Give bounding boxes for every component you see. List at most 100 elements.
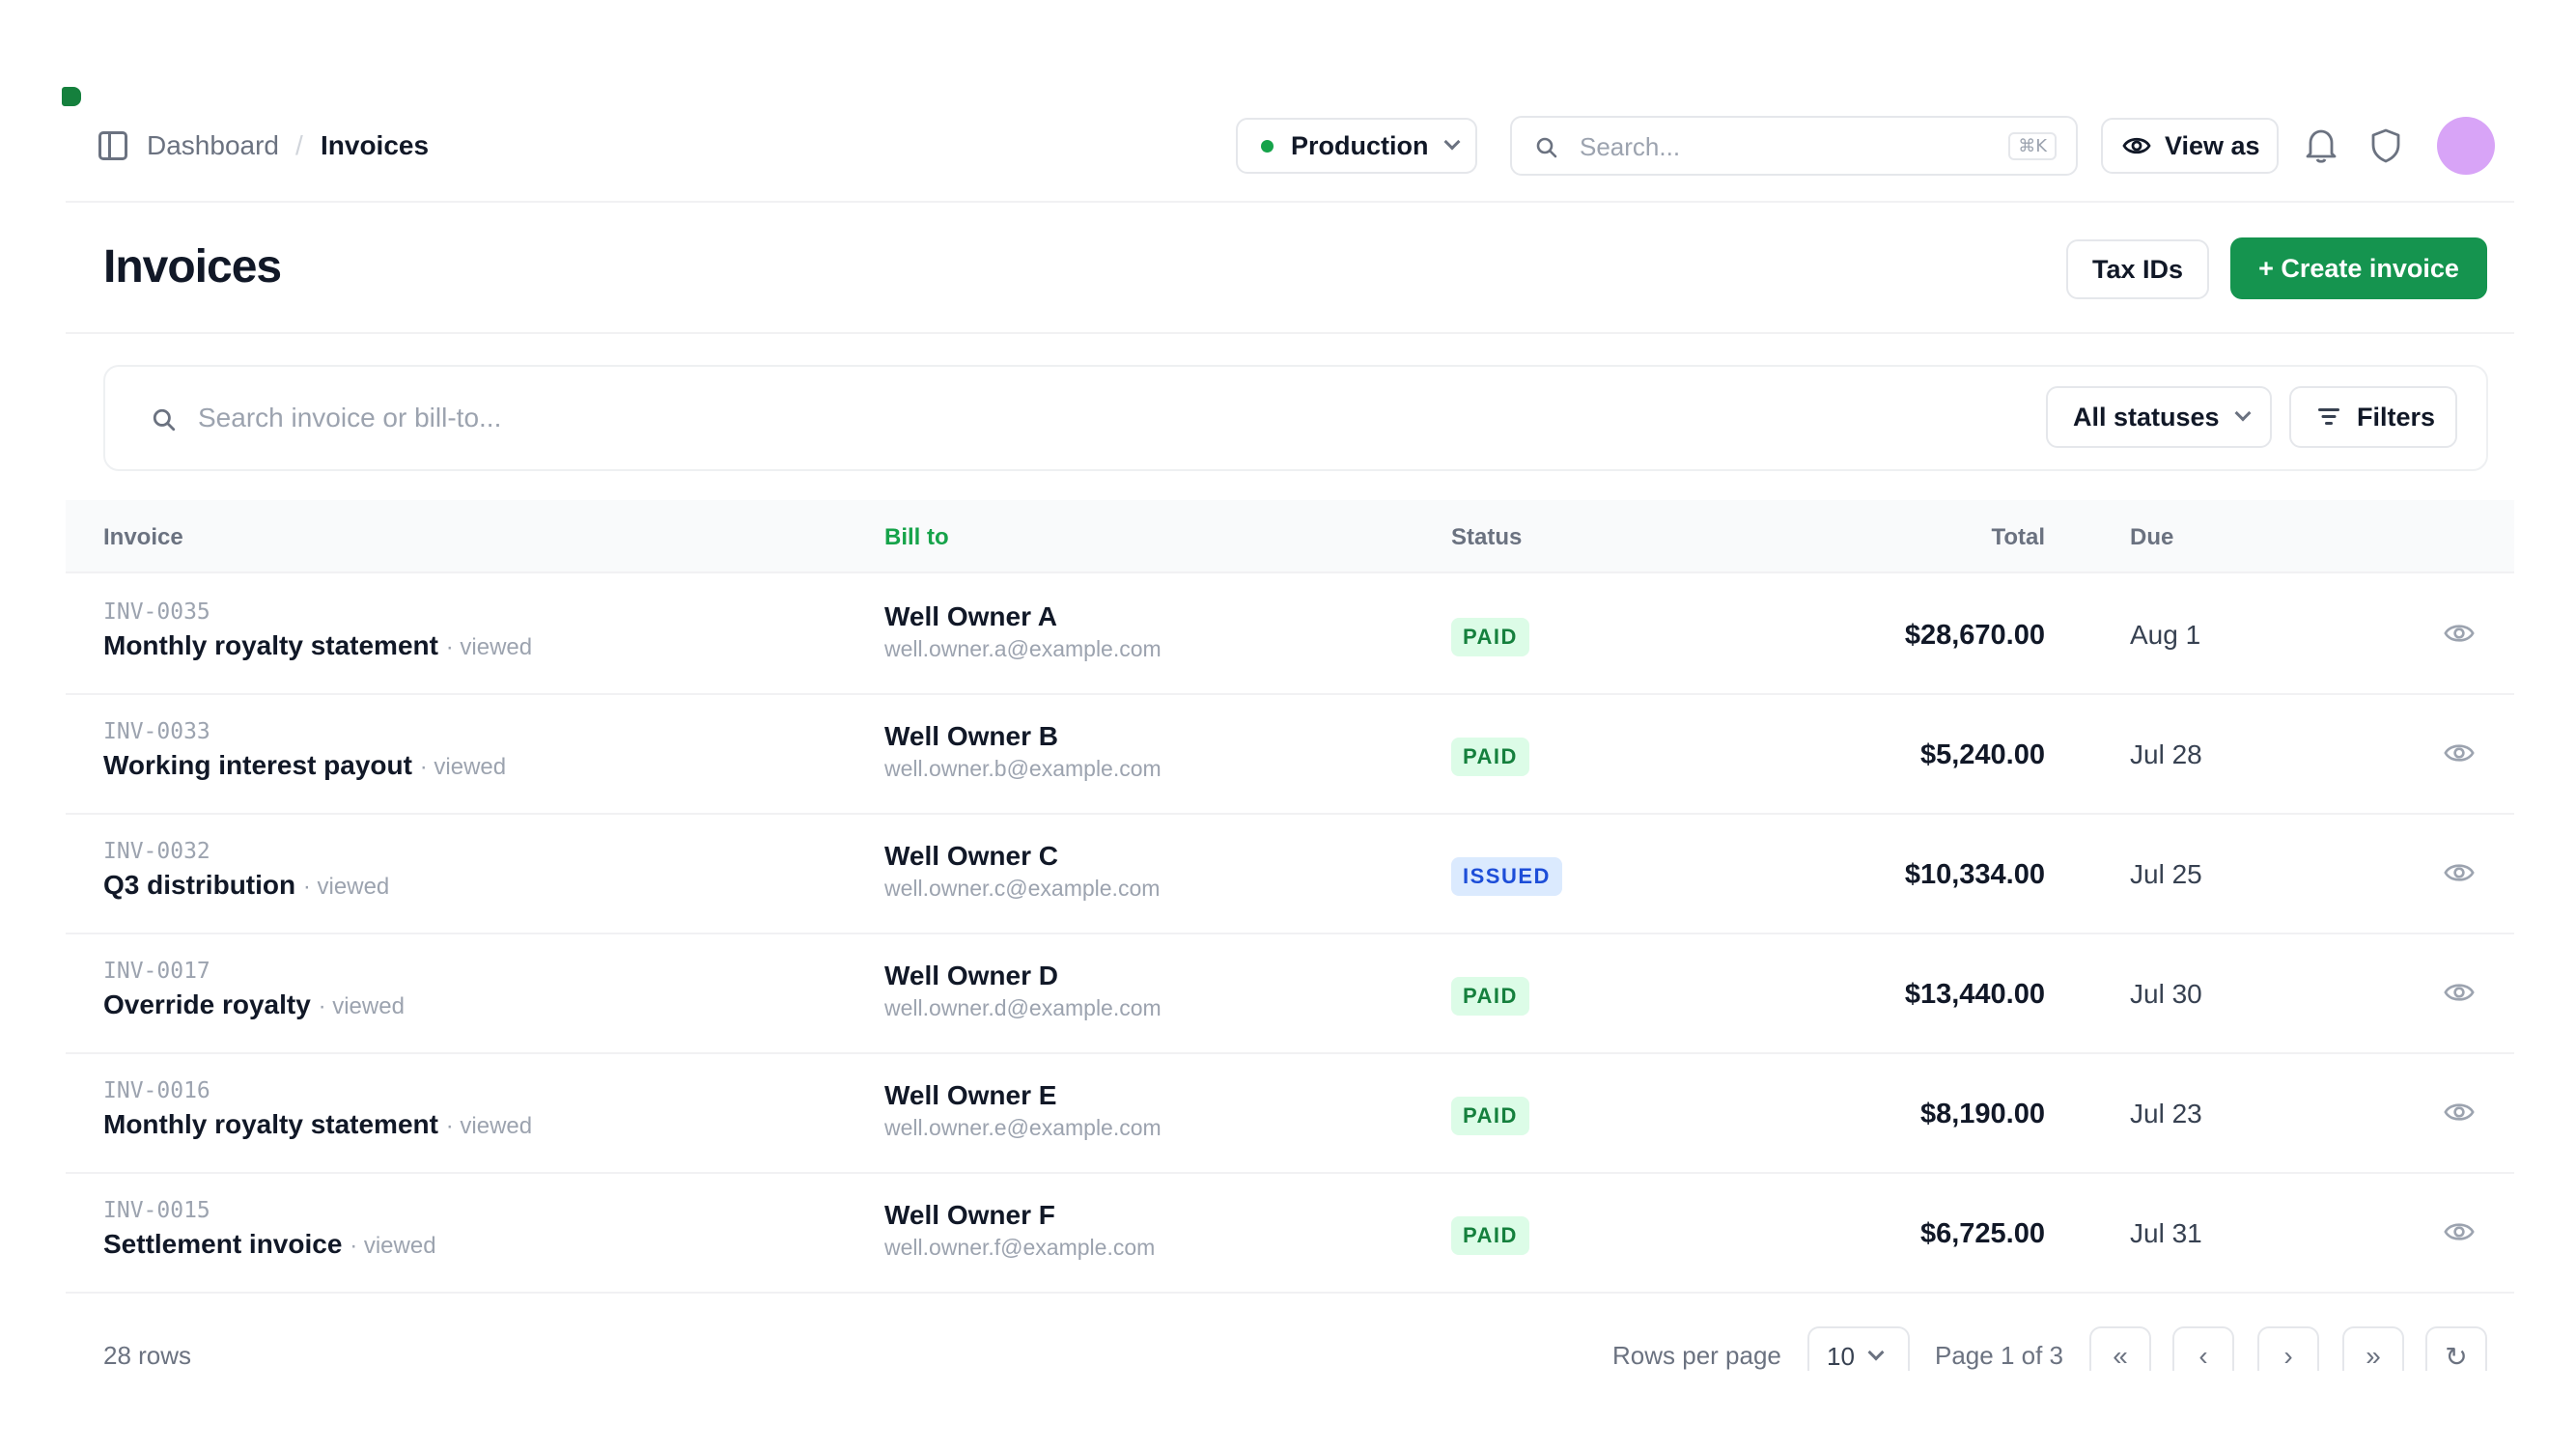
breadcrumb-dashboard[interactable]: Dashboard <box>147 129 279 162</box>
invoice-id[interactable]: INV-0015 <box>103 1197 210 1224</box>
chevron-down-icon <box>2234 404 2252 422</box>
invoice-description: Monthly royalty statement · viewed <box>103 1108 532 1143</box>
invoice-search-input[interactable]: Search invoice or bill-to... <box>198 402 501 434</box>
bill-to-email: well.owner.f@example.com <box>884 1235 1156 1260</box>
global-search-input[interactable]: Search... ⌘K <box>1510 116 2078 176</box>
bell-icon[interactable] <box>2304 127 2338 164</box>
filters-label: Filters <box>2357 402 2436 432</box>
eye-icon <box>2122 137 2151 154</box>
invoice-due-date: Aug 1 <box>2130 620 2201 650</box>
invoice-due-date: Jul 23 <box>2130 1099 2202 1129</box>
viewed-indicator: · viewed <box>445 634 533 660</box>
table-row[interactable]: INV-0016 Monthly royalty statement · view… <box>66 1054 2514 1174</box>
invoice-id[interactable]: INV-0035 <box>103 599 210 626</box>
bill-to-name: Well Owner F <box>884 1200 1055 1230</box>
search-icon <box>1536 137 1557 158</box>
bill-to-email: well.owner.b@example.com <box>884 756 1162 781</box>
view-invoice-eye-icon[interactable] <box>2443 861 2476 889</box>
rows-per-page-value: 10 <box>1827 1341 1855 1371</box>
avatar[interactable] <box>2437 117 2495 175</box>
search-icon <box>153 408 176 432</box>
table-row[interactable]: INV-0035 Monthly royalty statement · view… <box>66 575 2514 695</box>
filters-button[interactable]: Filters <box>2289 386 2457 448</box>
status-badge: PAID <box>1451 1216 1529 1255</box>
status-badge: PAID <box>1451 738 1529 776</box>
viewed-indicator: · viewed <box>318 993 405 1019</box>
table-row[interactable]: INV-0033 Working interest payout · viewed… <box>66 695 2514 815</box>
invoice-total: $8,190.00 <box>1919 1099 2045 1129</box>
table-row[interactable]: INV-0015 Settlement invoice · viewed Well … <box>66 1174 2514 1294</box>
status-badge: PAID <box>1451 618 1529 656</box>
search-shortcut-hint: ⌘K <box>2008 132 2057 160</box>
bill-to-name: Well Owner D <box>884 961 1058 990</box>
invoice-due-date: Jul 25 <box>2130 859 2202 889</box>
status-badge: PAID <box>1451 977 1529 1016</box>
rows-per-page-label: Rows per page <box>1612 1341 1781 1370</box>
page-indicator: Page 1 of 3 <box>1935 1341 2063 1370</box>
view-invoice-eye-icon[interactable] <box>2443 1220 2476 1248</box>
invoice-id[interactable]: INV-0017 <box>103 958 210 985</box>
invoice-due-date: Jul 30 <box>2130 979 2202 1009</box>
page-title: Invoices <box>103 241 282 293</box>
invoice-total: $13,440.00 <box>1904 979 2045 1010</box>
create-invoice-button[interactable]: + Create invoice <box>2230 237 2487 299</box>
rows-count: 28 rows <box>103 1341 192 1370</box>
view-invoice-eye-icon[interactable] <box>2443 981 2476 1009</box>
filter-icon <box>2318 408 2339 426</box>
column-bill-to[interactable]: Bill to <box>884 523 949 552</box>
invoice-title: Settlement invoice <box>103 1229 343 1259</box>
tax-ids-button[interactable]: Tax IDs <box>2066 239 2209 299</box>
status-badge: PAID <box>1451 1097 1529 1135</box>
invoice-description: Settlement invoice · viewed <box>103 1228 436 1263</box>
status-badge: ISSUED <box>1451 857 1562 896</box>
bill-to-name: Well Owner E <box>884 1080 1057 1110</box>
invoice-id[interactable]: INV-0033 <box>103 718 210 745</box>
viewed-indicator: · viewed <box>445 1113 533 1139</box>
status-select[interactable]: All statuses <box>2046 386 2272 448</box>
viewport-bottom <box>0 1371 2576 1449</box>
filter-bar: Search invoice or bill-to... All statuse… <box>103 365 2488 471</box>
invoice-description: Working interest payout · viewed <box>103 749 506 784</box>
bill-to-name: Well Owner A <box>884 601 1057 631</box>
view-as-label: View as <box>2165 130 2260 160</box>
invoice-title: Override royalty <box>103 989 311 1019</box>
header-divider <box>66 332 2514 334</box>
status-select-value: All statuses <box>2073 402 2220 432</box>
column-total[interactable]: Total <box>1991 523 2045 552</box>
refresh-icon: ↻ <box>2445 1341 2468 1372</box>
environment-status-dot <box>1261 139 1274 153</box>
shield-icon[interactable] <box>2369 127 2402 164</box>
invoice-title: Working interest payout <box>103 750 412 780</box>
invoice-total: $28,670.00 <box>1904 620 2045 651</box>
table-row[interactable]: INV-0017 Override royalty · viewed Well Ow… <box>66 934 2514 1054</box>
bill-to-email: well.owner.c@example.com <box>884 876 1161 901</box>
column-status[interactable]: Status <box>1451 523 1522 552</box>
table-row[interactable]: INV-0032 Q3 distribution · viewed Well Own… <box>66 815 2514 934</box>
table-header: Invoice Bill to Status Total Due <box>66 500 2514 573</box>
view-invoice-eye-icon[interactable] <box>2443 741 2476 769</box>
environment-label: Production <box>1291 130 1429 160</box>
viewed-indicator: · viewed <box>302 874 390 900</box>
viewed-indicator: · viewed <box>350 1233 436 1259</box>
view-as-button[interactable]: View as <box>2101 118 2279 174</box>
breadcrumb-separator: / <box>295 130 303 160</box>
invoice-total: $5,240.00 <box>1919 739 2045 770</box>
chevron-down-icon <box>1867 1344 1885 1361</box>
column-due[interactable]: Due <box>2130 523 2173 552</box>
invoice-description: Q3 distribution · viewed <box>103 869 389 904</box>
global-search-placeholder: Search... <box>1580 132 1681 161</box>
invoice-id[interactable]: INV-0016 <box>103 1077 210 1104</box>
column-invoice[interactable]: Invoice <box>103 523 183 552</box>
invoice-total: $10,334.00 <box>1904 859 2045 890</box>
invoice-total: $6,725.00 <box>1919 1218 2045 1249</box>
sidebar-toggle-icon[interactable] <box>98 131 127 160</box>
view-invoice-eye-icon[interactable] <box>2443 622 2476 650</box>
bill-to-name: Well Owner C <box>884 841 1058 871</box>
invoice-title: Monthly royalty statement <box>103 1109 438 1139</box>
environment-switcher[interactable]: Production <box>1236 118 1477 174</box>
invoice-due-date: Jul 28 <box>2130 739 2202 769</box>
top-bar: Dashboard / Invoices Production Search..… <box>66 106 2514 203</box>
bill-to-name: Well Owner B <box>884 721 1058 751</box>
invoice-id[interactable]: INV-0032 <box>103 838 210 865</box>
view-invoice-eye-icon[interactable] <box>2443 1101 2476 1129</box>
